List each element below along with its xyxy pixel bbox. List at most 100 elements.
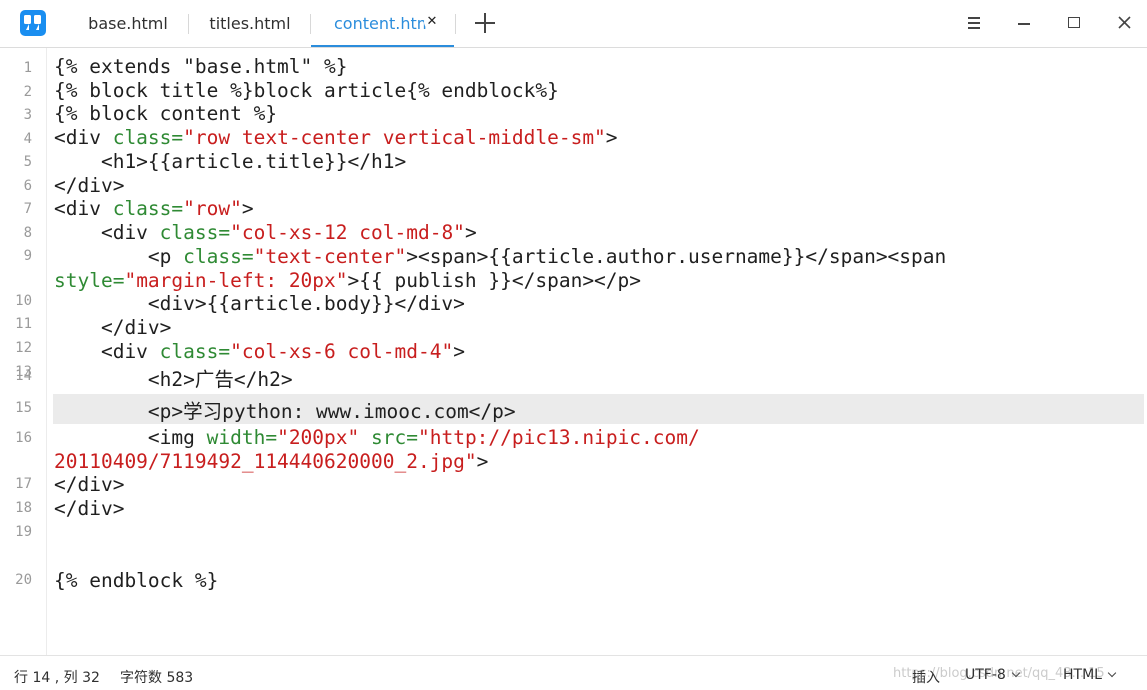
line-number: 1 xyxy=(23,60,32,76)
line-number: 3 xyxy=(23,107,32,123)
minimize-icon[interactable] xyxy=(1016,14,1034,32)
code-token: </div> xyxy=(54,174,125,197)
active-tab-indicator xyxy=(311,45,454,47)
code-token: class= xyxy=(112,197,184,220)
title-bar: base.html titles.html content.html ✕ xyxy=(0,0,1147,48)
tab-separator xyxy=(188,14,189,34)
cursor-position: 行 14 , 列 32 xyxy=(14,670,100,686)
line-number: 7 xyxy=(23,201,32,217)
code-token: {% extends "base.html" %} xyxy=(54,55,348,78)
code-token: <img xyxy=(54,426,207,449)
encoding-label: UTF-8 xyxy=(965,667,1006,683)
code-token: src= xyxy=(371,426,418,449)
code-token: >{{ publish }}</span></p> xyxy=(347,269,642,292)
code-line: </div> xyxy=(54,174,124,198)
tab-label: content.html xyxy=(334,14,437,33)
code-line: <div class="col-xs-12 col-md-8"> xyxy=(54,221,477,245)
line-number: 5 xyxy=(23,154,32,170)
code-token: > xyxy=(453,340,465,363)
chevron-down-icon xyxy=(1107,668,1117,678)
close-icon[interactable] xyxy=(1116,14,1134,32)
line-number: 18 xyxy=(15,500,32,516)
code-line: {% block content %} xyxy=(54,102,277,126)
tab-content-html[interactable]: content.html ✕ xyxy=(311,0,454,47)
code-line: <div class="row text-center vertical-mid… xyxy=(54,126,618,150)
code-token: class= xyxy=(159,221,231,244)
code-token: {% block content %} xyxy=(54,102,278,125)
line-number: 20 xyxy=(15,572,32,588)
status-bar: 行 14 , 列 32 字符数 583 https://blog.csdn.ne… xyxy=(0,655,1147,690)
code-line: <img width="200px" src="http://pic13.nip… xyxy=(54,426,700,450)
tab-base-html[interactable]: base.html xyxy=(70,0,186,47)
line-number: 12 xyxy=(15,340,32,356)
code-token: "row text-center vertical-middle-sm" xyxy=(183,126,606,149)
code-token: > xyxy=(241,197,254,220)
maximize-icon[interactable] xyxy=(1066,14,1084,32)
close-icon[interactable]: ✕ xyxy=(424,14,440,30)
line-number: 11 xyxy=(15,316,32,332)
line-number-gutter: 1 2 3 4 5 6 7 8 9 10 11 12 13 14 15 16 17 18 19 20 xyxy=(0,48,47,655)
code-token: 20110409/7119492_114440620000_2.jpg" xyxy=(54,450,477,473)
code-line: <div>{{article.body}}</div> xyxy=(54,292,465,316)
tab-label: base.html xyxy=(88,14,168,33)
plus-icon[interactable] xyxy=(474,12,496,34)
chevron-down-icon xyxy=(1011,668,1021,678)
code-line: <p>学习python: www.imooc.com</p> xyxy=(54,400,516,424)
code-token: {% endblock %} xyxy=(54,569,219,592)
code-token: > xyxy=(605,126,618,149)
code-token: <h1>{{article.title}}</h1> xyxy=(54,150,407,173)
code-token: "margin-left: 20px" xyxy=(124,269,348,292)
language-selector[interactable]: HTML xyxy=(1063,667,1117,683)
code-token: <h2>广告</h2> xyxy=(54,368,293,391)
code-token: {% block title %}block article{% endbloc… xyxy=(54,79,559,102)
code-token: class= xyxy=(112,126,184,149)
code-token: > xyxy=(464,221,477,244)
code-line: {% extends "base.html" %} xyxy=(54,55,348,79)
code-token: <div xyxy=(54,221,160,244)
code-line: </div> xyxy=(54,497,124,521)
encoding-selector[interactable]: UTF-8 xyxy=(965,667,1021,683)
tab-separator xyxy=(455,14,456,34)
tab-titles-html[interactable]: titles.html xyxy=(190,0,310,47)
code-line: {% block title %}block article{% endbloc… xyxy=(54,79,559,103)
insert-mode-indicator[interactable]: 插入 xyxy=(912,667,940,687)
language-label: HTML xyxy=(1063,667,1102,683)
code-editor[interactable]: 1 2 3 4 5 6 7 8 9 10 11 12 13 14 15 16 17 18 19 20 {% exten… xyxy=(0,48,1147,655)
line-number: 17 xyxy=(15,476,32,492)
line-number: 16 xyxy=(15,430,32,446)
code-token: "col-xs-12 col-md-8" xyxy=(230,221,465,244)
tab-label: titles.html xyxy=(209,14,291,33)
code-line: <div class="col-xs-6 col-md-4"> xyxy=(54,340,465,364)
hamburger-menu-icon[interactable] xyxy=(965,14,983,32)
code-line: </div> xyxy=(54,473,124,497)
code-token: <div xyxy=(54,340,160,363)
code-token: </div> xyxy=(54,316,172,339)
code-line: <h1>{{article.title}}</h1> xyxy=(54,150,406,174)
code-line: <div class="row"> xyxy=(54,197,254,221)
code-token: <div>{{article.body}}</div> xyxy=(54,292,465,315)
code-token: "http://pic13.nipic.com/ xyxy=(417,426,700,449)
code-line: </div> xyxy=(54,316,171,340)
code-token: class= xyxy=(183,245,254,268)
code-token: > xyxy=(476,450,489,473)
code-token: </div> xyxy=(54,473,125,496)
code-token: <div xyxy=(54,126,113,149)
line-number: 14 xyxy=(15,368,32,384)
character-count: 字符数 583 xyxy=(120,670,194,686)
code-line: <p class="text-center"><span>{{article.a… xyxy=(54,245,946,269)
quote-icon xyxy=(20,10,46,36)
line-number: 2 xyxy=(23,84,32,100)
line-number: 19 xyxy=(15,524,32,540)
code-token: style= xyxy=(54,269,125,292)
line-number: 10 xyxy=(15,293,32,309)
code-token: class= xyxy=(159,340,231,363)
code-line: 20110409/7119492_114440620000_2.jpg"> xyxy=(54,450,488,474)
code-token: <p>学习python: www.imooc.com</p> xyxy=(54,400,516,423)
code-token: "200px" xyxy=(277,426,360,449)
code-token: "row" xyxy=(183,197,242,220)
code-token: ><span>{{article.author.username}}</span… xyxy=(406,245,947,268)
code-line: {% endblock %} xyxy=(54,569,218,593)
line-number: 4 xyxy=(23,131,32,147)
code-token: width= xyxy=(206,426,278,449)
